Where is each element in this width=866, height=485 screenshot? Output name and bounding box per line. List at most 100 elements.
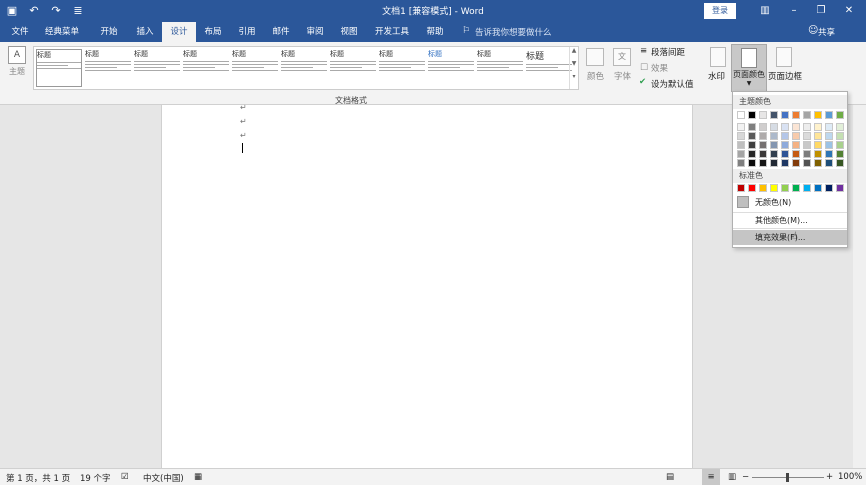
style-set-thumb[interactable]: 标题: [85, 49, 131, 87]
color-swatch[interactable]: [803, 111, 811, 119]
color-swatch[interactable]: [737, 141, 745, 149]
close-icon[interactable]: ✕: [838, 2, 860, 20]
web-layout-icon[interactable]: ▥: [728, 472, 736, 482]
style-set-thumb[interactable]: 标题: [428, 49, 474, 87]
color-swatch[interactable]: [803, 132, 811, 140]
fill-effects-option[interactable]: 填充效果(F)...: [733, 230, 847, 245]
color-swatch[interactable]: [825, 141, 833, 149]
zoom-out-icon[interactable]: −: [742, 472, 749, 482]
color-swatch[interactable]: [792, 132, 800, 140]
chevron-up-icon[interactable]: ▲: [570, 47, 578, 54]
tab-references[interactable]: 引用: [230, 22, 264, 42]
document-page[interactable]: ↵ ↵ ↵: [161, 103, 693, 468]
no-color-option[interactable]: 无颜色(N): [733, 195, 847, 210]
color-swatch[interactable]: [759, 132, 767, 140]
share-button[interactable]: 共享: [818, 26, 835, 38]
style-set-thumb[interactable]: 标题: [281, 49, 327, 87]
watermark-button[interactable]: 水印: [708, 70, 725, 82]
color-swatch[interactable]: [803, 141, 811, 149]
tab-layout[interactable]: 布局: [196, 22, 230, 42]
color-swatch[interactable]: [825, 132, 833, 140]
color-swatch[interactable]: [781, 111, 789, 119]
color-swatch[interactable]: [737, 150, 745, 158]
word-count[interactable]: 19 个字: [80, 472, 111, 484]
tab-home[interactable]: 开始: [90, 22, 128, 42]
color-swatch[interactable]: [781, 123, 789, 131]
color-swatch[interactable]: [836, 132, 844, 140]
color-swatch[interactable]: [748, 150, 756, 158]
color-swatch[interactable]: [759, 141, 767, 149]
restore-icon[interactable]: ❐: [810, 2, 832, 20]
color-swatch[interactable]: [770, 141, 778, 149]
tab-help[interactable]: 帮助: [418, 22, 452, 42]
color-swatch[interactable]: [748, 132, 756, 140]
minimize-icon[interactable]: –: [783, 2, 805, 20]
color-swatch[interactable]: [759, 150, 767, 158]
color-swatch[interactable]: [759, 184, 767, 192]
color-swatch[interactable]: [737, 132, 745, 140]
color-swatch[interactable]: [792, 111, 800, 119]
style-set-thumb[interactable]: 标题: [232, 49, 278, 87]
macro-icon[interactable]: ▦: [194, 472, 202, 482]
color-swatch[interactable]: [737, 159, 745, 167]
color-swatch[interactable]: [770, 132, 778, 140]
expand-gallery-icon[interactable]: ▾: [570, 73, 578, 80]
color-swatch[interactable]: [781, 184, 789, 192]
color-swatch[interactable]: [770, 150, 778, 158]
color-swatch[interactable]: [814, 111, 822, 119]
color-swatch[interactable]: [792, 123, 800, 131]
zoom-level[interactable]: 100%: [838, 472, 862, 482]
color-swatch[interactable]: [737, 184, 745, 192]
set-default-button[interactable]: 设为默认值: [651, 78, 694, 90]
effects-button[interactable]: 效果: [651, 62, 668, 74]
style-set-thumb[interactable]: 标题: [477, 49, 523, 87]
tab-insert[interactable]: 插入: [128, 22, 162, 42]
tab-classic-menu[interactable]: 经典菜单: [36, 22, 88, 42]
color-swatch[interactable]: [748, 184, 756, 192]
color-swatch[interactable]: [770, 184, 778, 192]
page-border-button[interactable]: 页面边框: [768, 70, 802, 82]
color-swatch[interactable]: [825, 123, 833, 131]
fonts-button[interactable]: 字体: [614, 70, 631, 82]
tab-developer[interactable]: 开发工具: [368, 22, 416, 42]
color-swatch[interactable]: [814, 141, 822, 149]
color-swatch[interactable]: [836, 184, 844, 192]
ribbon-display-icon[interactable]: ▥: [754, 2, 776, 20]
color-swatch[interactable]: [836, 141, 844, 149]
color-swatch[interactable]: [792, 141, 800, 149]
color-swatch[interactable]: [836, 159, 844, 167]
color-swatch[interactable]: [803, 123, 811, 131]
print-layout-icon[interactable]: ≡: [702, 469, 720, 485]
style-set-thumb[interactable]: 标题: [379, 49, 425, 87]
color-swatch[interactable]: [770, 123, 778, 131]
colors-button[interactable]: 颜色: [587, 70, 604, 82]
tab-review[interactable]: 审阅: [298, 22, 332, 42]
more-colors-option[interactable]: 其他颜色(M)...: [733, 213, 847, 228]
page-count[interactable]: 第 1 页，共 1 页: [6, 472, 70, 484]
tell-me-search[interactable]: 告诉我你想要做什么: [475, 26, 552, 38]
zoom-in-icon[interactable]: +: [826, 472, 833, 482]
fonts-icon[interactable]: 文: [613, 48, 631, 66]
zoom-slider[interactable]: [752, 473, 824, 482]
color-swatch[interactable]: [759, 111, 767, 119]
color-swatch[interactable]: [803, 159, 811, 167]
style-set-thumb[interactable]: 标题: [183, 49, 229, 87]
color-swatch[interactable]: [803, 150, 811, 158]
color-swatch[interactable]: [836, 123, 844, 131]
color-swatch[interactable]: [781, 141, 789, 149]
colors-icon[interactable]: [586, 48, 604, 66]
style-set-thumb[interactable]: 标题: [36, 49, 82, 87]
color-swatch[interactable]: [759, 159, 767, 167]
tab-view[interactable]: 视图: [332, 22, 366, 42]
color-swatch[interactable]: [781, 159, 789, 167]
paragraph-spacing-button[interactable]: 段落间距: [651, 46, 685, 58]
color-swatch[interactable]: [748, 123, 756, 131]
color-swatch[interactable]: [825, 184, 833, 192]
color-swatch[interactable]: [825, 159, 833, 167]
themes-button[interactable]: A 主题: [6, 45, 28, 89]
color-swatch[interactable]: [814, 159, 822, 167]
color-swatch[interactable]: [792, 159, 800, 167]
read-mode-icon[interactable]: ▤: [666, 472, 674, 482]
color-swatch[interactable]: [825, 111, 833, 119]
watermark-icon[interactable]: [710, 47, 726, 67]
